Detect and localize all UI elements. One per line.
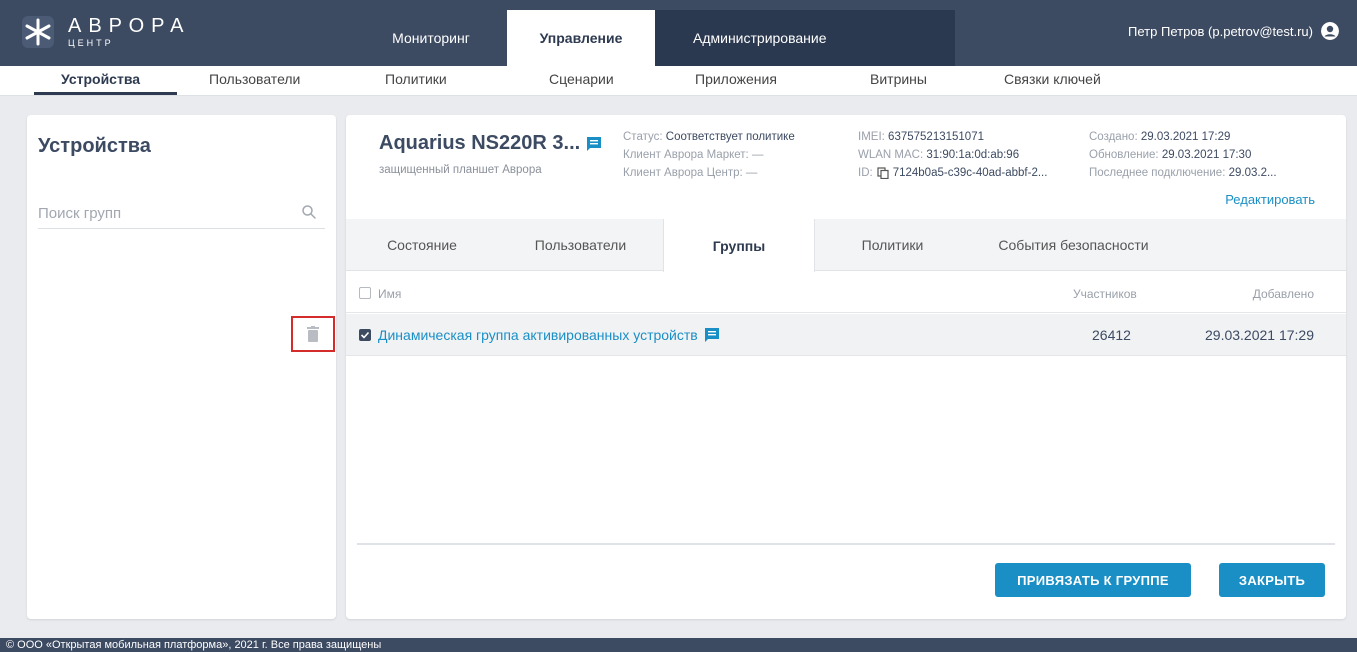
tab-groups[interactable]: Группы <box>663 219 815 272</box>
active-subnav-indicator <box>34 92 177 95</box>
mac-value: 31:90:1a:0d:ab:96 <box>926 149 1020 161</box>
created-value: 29.03.2021 17:29 <box>1140 131 1231 143</box>
subnav-applications[interactable]: Приложения <box>695 71 777 87</box>
group-name[interactable]: Динамическая группа активированных устро… <box>378 327 698 343</box>
subnav-policies[interactable]: Политики <box>385 71 447 87</box>
divider <box>357 543 1335 545</box>
logo[interactable]: АВРОРА ЦЕНТР <box>20 14 190 50</box>
subnav-users[interactable]: Пользователи <box>209 71 300 87</box>
top-bar: АВРОРА ЦЕНТР Мониторинг Управление Админ… <box>0 0 1357 66</box>
device-status-block: Статус: Соответствует политике Клиент Ав… <box>623 128 795 182</box>
market-value: — <box>751 149 764 161</box>
group-name-link[interactable]: Динамическая группа активированных устро… <box>378 327 720 343</box>
delete-button[interactable] <box>291 316 335 352</box>
subnav-keychains[interactable]: Связки ключей <box>1004 71 1101 87</box>
subnav-showcases[interactable]: Витрины <box>870 71 927 87</box>
device-name: Aquarius NS220R 3... <box>379 132 581 154</box>
edit-link[interactable]: Редактировать <box>1225 192 1315 207</box>
group-search-input[interactable]: Поиск групп <box>38 201 325 229</box>
device-subtitle: защищенный планшет Аврора <box>379 164 542 176</box>
device-title: Aquarius NS220R 3... <box>379 132 602 155</box>
table-row[interactable]: Динамическая группа активированных устро… <box>346 314 1346 356</box>
device-ids-block: IMEI: 637575213151071 WLAN MAC: 31:90:1a… <box>858 128 1047 182</box>
status-value: Соответствует политике <box>665 131 795 143</box>
logo-title: АВРОРА <box>68 14 191 37</box>
groups-panel: Устройства Поиск групп <box>27 115 336 619</box>
table-header: Имя Участников Добавлено <box>346 275 1346 313</box>
device-tabs: Состояние Пользователи Группы Политики С… <box>346 219 1346 272</box>
group-members: 26412 <box>1092 327 1131 343</box>
status-label: Статус: <box>623 131 663 143</box>
row-checkbox[interactable] <box>359 329 371 341</box>
market-label: Клиент Аврора Маркет: <box>623 149 749 161</box>
comment-icon[interactable] <box>586 136 602 152</box>
search-placeholder: Поиск групп <box>38 205 122 222</box>
subnav-devices[interactable]: Устройства <box>61 71 140 87</box>
logo-subtitle: ЦЕНТР <box>68 37 114 48</box>
last-connection-value: 29.03.2... <box>1228 167 1277 179</box>
user-name: Петр Петров (p.petrov@test.ru) <box>1128 23 1313 39</box>
column-members[interactable]: Участников <box>1073 287 1137 301</box>
tab-state[interactable]: Состояние <box>346 219 498 271</box>
sub-nav: Устройства Пользователи Политики Сценари… <box>0 66 1357 96</box>
column-name[interactable]: Имя <box>378 287 401 301</box>
tab-policies[interactable]: Политики <box>815 219 970 271</box>
copy-icon[interactable] <box>877 167 889 179</box>
mac-label: WLAN MAC: <box>858 149 924 161</box>
tab-management[interactable]: Управление <box>507 10 655 66</box>
select-all-checkbox[interactable] <box>359 287 371 299</box>
comment-icon[interactable] <box>704 327 720 343</box>
center-value: — <box>745 167 758 179</box>
tab-administration[interactable]: Администрирование <box>655 10 955 66</box>
aurora-logo-icon <box>22 16 54 48</box>
device-panel: Aquarius NS220R 3... защищенный планшет … <box>346 115 1346 619</box>
tab-security-events[interactable]: События безопасности <box>970 219 1177 271</box>
id-label: ID: <box>858 167 873 179</box>
subnav-scenarios[interactable]: Сценарии <box>549 71 614 87</box>
updated-label: Обновление: <box>1089 149 1159 161</box>
tab-users[interactable]: Пользователи <box>498 219 663 271</box>
device-dates-block: Создано: 29.03.2021 17:29 Обновление: 29… <box>1089 128 1277 182</box>
updated-value: 29.03.2021 17:30 <box>1161 149 1252 161</box>
main-nav: Мониторинг Управление Администрирование <box>355 10 955 66</box>
imei-label: IMEI: <box>858 131 885 143</box>
trash-icon <box>307 326 319 342</box>
imei-value: 637575213151071 <box>888 131 984 143</box>
close-button[interactable]: ЗАКРЫТЬ <box>1219 563 1325 597</box>
user-menu[interactable]: Петр Петров (p.petrov@test.ru) <box>1128 22 1339 40</box>
panel-title: Устройства <box>38 135 151 157</box>
created-label: Создано: <box>1089 131 1138 143</box>
id-value: 7124b0a5-c39c-40ad-abbf-2... <box>892 167 1048 179</box>
center-label: Клиент Аврора Центр: <box>623 167 743 179</box>
footer: © ООО «Открытая мобильная платформа», 20… <box>0 638 1357 652</box>
account-icon <box>1321 22 1339 40</box>
tab-monitoring[interactable]: Мониторинг <box>355 10 507 66</box>
bind-to-group-button[interactable]: ПРИВЯЗАТЬ К ГРУППЕ <box>995 563 1191 597</box>
group-added-date: 29.03.2021 17:29 <box>1205 327 1314 343</box>
last-connection-label: Последнее подключение: <box>1089 167 1226 179</box>
column-added[interactable]: Добавлено <box>1253 287 1314 301</box>
search-icon[interactable] <box>301 204 317 220</box>
